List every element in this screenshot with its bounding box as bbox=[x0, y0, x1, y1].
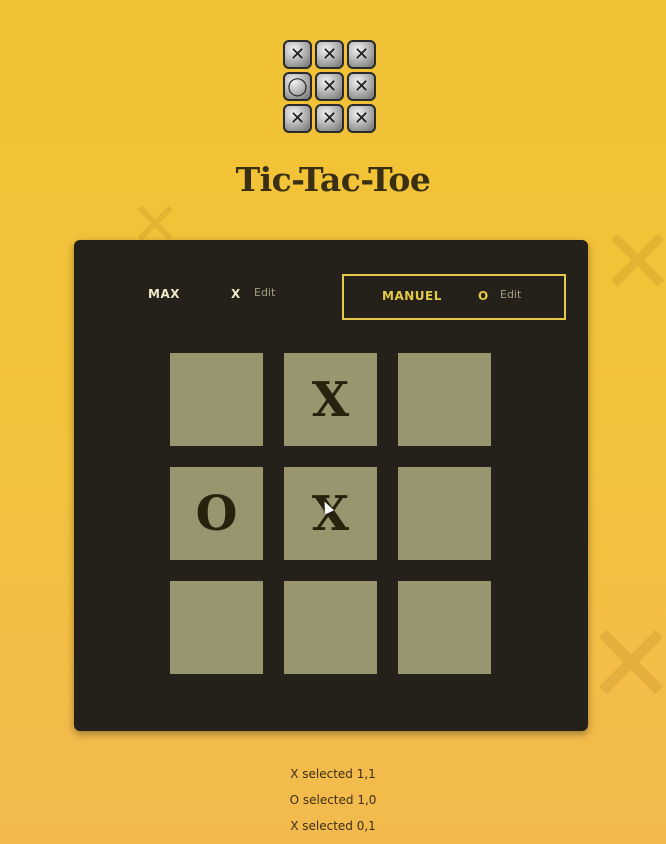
game-container: MAX X Edit MANUEL O Edit X O X bbox=[74, 240, 588, 731]
logo-o-icon: ◯ bbox=[283, 72, 312, 101]
board-cell-2-1[interactable] bbox=[284, 581, 377, 674]
log-entry: X selected 1,1 bbox=[290, 767, 376, 781]
player-card-manuel-active: MANUEL O Edit bbox=[342, 274, 566, 320]
board-cell-1-1[interactable]: X bbox=[284, 467, 377, 560]
player-symbol: X bbox=[231, 287, 241, 301]
player-symbol: O bbox=[478, 289, 489, 303]
logo-x-icon: ✕ bbox=[315, 104, 344, 133]
log-entry: O selected 1,0 bbox=[289, 793, 377, 807]
board-cell-0-0[interactable] bbox=[170, 353, 263, 446]
app-logo: ✕ ✕ ✕ ◯ ✕ ✕ ✕ ✕ ✕ bbox=[283, 40, 379, 138]
board-cell-1-0[interactable]: O bbox=[170, 467, 263, 560]
logo-x-icon: ✕ bbox=[283, 40, 312, 69]
player-name: MAX bbox=[148, 287, 180, 301]
page-title: Tic-Tac-Toe bbox=[235, 160, 431, 199]
log-entry: X selected 0,1 bbox=[290, 819, 376, 833]
logo-x-icon: ✕ bbox=[315, 40, 344, 69]
game-log: X selected 1,1 O selected 1,0 X selected… bbox=[0, 764, 666, 842]
edit-player-button[interactable]: Edit bbox=[254, 286, 275, 299]
player-card-max: MAX X Edit bbox=[130, 274, 340, 320]
player-name: MANUEL bbox=[382, 289, 442, 303]
logo-x-icon: ✕ bbox=[315, 72, 344, 101]
board-cell-0-2[interactable] bbox=[398, 353, 491, 446]
logo-x-icon: ✕ bbox=[347, 40, 376, 69]
background-decoration: ✕ bbox=[600, 210, 666, 315]
logo-x-icon: ✕ bbox=[347, 104, 376, 133]
edit-player-button[interactable]: Edit bbox=[500, 288, 521, 301]
background-decoration: ✕ bbox=[585, 600, 666, 728]
game-board: X O X bbox=[170, 353, 491, 674]
board-cell-2-0[interactable] bbox=[170, 581, 263, 674]
board-cell-0-1[interactable]: X bbox=[284, 353, 377, 446]
logo-x-icon: ✕ bbox=[283, 104, 312, 133]
board-cell-2-2[interactable] bbox=[398, 581, 491, 674]
logo-x-icon: ✕ bbox=[347, 72, 376, 101]
board-cell-1-2[interactable] bbox=[398, 467, 491, 560]
